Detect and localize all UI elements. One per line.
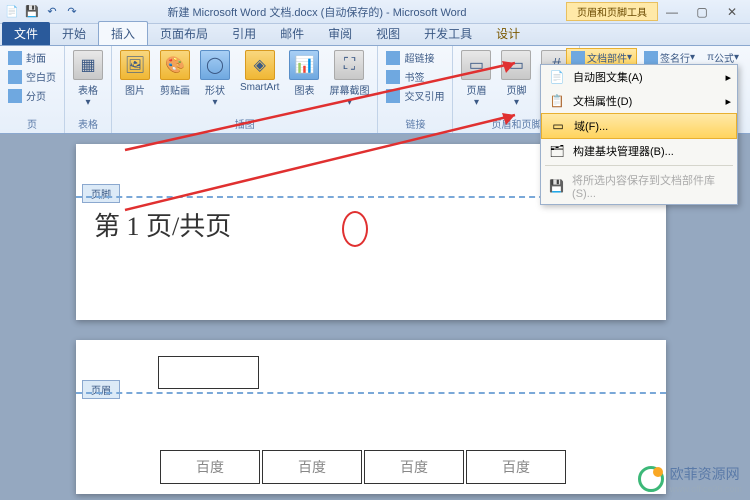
menu-separator	[545, 165, 733, 166]
page-break-button[interactable]: 分页	[4, 86, 60, 105]
tab-file[interactable]: 文件	[2, 22, 50, 45]
page-2[interactable]: 页眉 百度 百度 百度 百度	[76, 340, 666, 494]
tab-references[interactable]: 引用	[220, 22, 268, 45]
close-button[interactable]: ✕	[718, 3, 746, 21]
field-icon: ▭	[548, 118, 568, 134]
break-icon	[8, 89, 22, 103]
footer-tag: 页脚	[82, 184, 120, 203]
content-table[interactable]	[158, 356, 259, 389]
docprops-icon: 📋	[547, 93, 567, 109]
undo-icon[interactable]: ↶	[44, 4, 60, 20]
maximize-button[interactable]: ▢	[688, 3, 716, 21]
tab-home[interactable]: 开始	[50, 22, 98, 45]
quickparts-icon	[571, 51, 585, 65]
watermark-logo-icon	[638, 466, 664, 492]
tab-insert[interactable]: 插入	[98, 21, 148, 45]
cover-icon	[8, 51, 22, 65]
cell-1[interactable]: 百度	[160, 450, 260, 484]
tab-review[interactable]: 审阅	[316, 22, 364, 45]
watermark: 欧菲资源网 www.office26.com	[638, 464, 742, 494]
cell-3[interactable]: 百度	[364, 450, 464, 484]
table-icon: ▦	[73, 50, 103, 80]
minimize-button[interactable]: —	[658, 3, 686, 21]
menu-building-blocks[interactable]: 🗂构建基块管理器(B)...	[541, 139, 737, 163]
watermark-name: 欧菲资源网	[670, 464, 742, 484]
menu-save-selection: 💾将所选内容保存到文档部件库(S)...	[541, 168, 737, 204]
blocks-icon: 🗂	[547, 143, 567, 159]
menu-field[interactable]: ▭域(F)...	[541, 113, 737, 139]
blank-icon	[8, 70, 22, 84]
quick-access-toolbar: 📄 💾 ↶ ↷	[4, 4, 80, 20]
group-table-label: 表格	[69, 114, 107, 133]
table-button[interactable]: ▦表格▾	[69, 48, 107, 110]
autotext-icon: 📄	[547, 69, 567, 85]
save-icon[interactable]: 💾	[24, 4, 40, 20]
tab-layout[interactable]: 页面布局	[148, 22, 220, 45]
tab-design[interactable]: 设计	[484, 22, 532, 45]
word-icon: 📄	[4, 4, 20, 20]
signature-icon	[644, 51, 658, 65]
blank-page-button[interactable]: 空白页	[4, 67, 60, 86]
header-tag: 页眉	[82, 380, 120, 399]
tab-mailings[interactable]: 邮件	[268, 22, 316, 45]
group-pages-label: 页	[4, 114, 60, 133]
contextual-tab-label: 页眉和页脚工具	[566, 2, 658, 21]
pi-icon: π	[707, 52, 714, 63]
redo-icon[interactable]: ↷	[64, 4, 80, 20]
tab-view[interactable]: 视图	[364, 22, 412, 45]
annotation-arrow-2	[120, 95, 540, 220]
table-row-cells[interactable]: 百度 百度 百度 百度	[158, 448, 568, 486]
watermark-url: www.office26.com	[670, 484, 742, 494]
cell-4[interactable]: 百度	[466, 450, 566, 484]
menu-docprops[interactable]: 📋文档属性(D)▸	[541, 89, 737, 113]
save-sel-icon: 💾	[547, 178, 566, 194]
header-boundary	[76, 392, 666, 394]
quick-parts-menu: 📄自动图文集(A)▸ 📋文档属性(D)▸ ▭域(F)... 🗂构建基块管理器(B…	[540, 64, 738, 205]
ribbon-tabs: 文件 开始 插入 页面布局 引用 邮件 审阅 视图 开发工具 设计	[0, 24, 750, 46]
cover-page-button[interactable]: 封面	[4, 48, 60, 67]
tab-developer[interactable]: 开发工具	[412, 22, 484, 45]
cell-2[interactable]: 百度	[262, 450, 362, 484]
window-title: 新建 Microsoft Word 文档.docx (自动保存的) - Micr…	[88, 4, 546, 20]
menu-autotext[interactable]: 📄自动图文集(A)▸	[541, 65, 737, 89]
